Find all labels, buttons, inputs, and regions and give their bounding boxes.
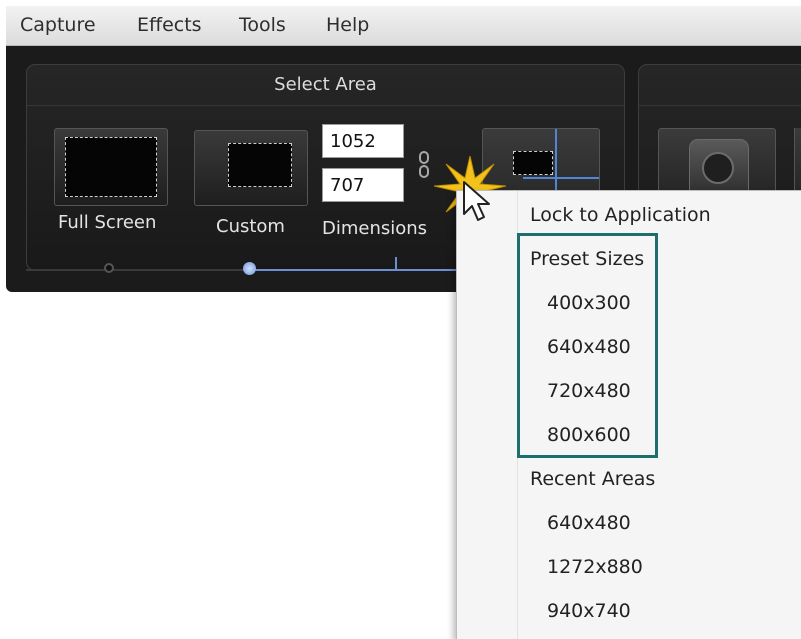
- preset-size-item[interactable]: 720x480: [547, 380, 631, 402]
- area-slider-stop[interactable]: [104, 263, 114, 273]
- menu-tools[interactable]: Tools: [239, 14, 286, 36]
- menu-help[interactable]: Help: [326, 14, 369, 36]
- full-screen-icon: [65, 137, 157, 197]
- custom-area-button[interactable]: [194, 130, 308, 206]
- crosshair-horizontal: [523, 177, 599, 179]
- area-slider-tick: [395, 257, 397, 269]
- menu-effects[interactable]: Effects: [137, 14, 202, 36]
- height-input[interactable]: [322, 168, 404, 202]
- link-chain-icon[interactable]: [417, 150, 431, 180]
- dimensions-label: Dimensions: [322, 218, 428, 239]
- select-area-title: Select Area: [27, 65, 624, 106]
- recent-area-item[interactable]: 1272x880: [547, 556, 643, 578]
- recent-area-item[interactable]: 940x740: [547, 600, 631, 622]
- recent-area-item[interactable]: 640x480: [547, 512, 631, 534]
- webcam-lens: [702, 152, 734, 184]
- menu-gutter: [517, 191, 518, 639]
- area-slider-thumb[interactable]: [243, 262, 256, 275]
- custom-area-icon: [228, 143, 292, 187]
- region-icon: [513, 151, 553, 175]
- lock-to-application-item[interactable]: Lock to Application: [530, 204, 711, 226]
- full-screen-button[interactable]: [54, 128, 168, 206]
- preset-size-item[interactable]: 640x480: [547, 336, 631, 358]
- preset-size-item[interactable]: 800x600: [547, 424, 631, 446]
- preset-sizes-header: Preset Sizes: [530, 248, 645, 270]
- area-slider-active: [251, 269, 466, 271]
- full-screen-label: Full Screen: [58, 212, 157, 233]
- capture-app-window: Capture Effects Tools Help Select Area F…: [0, 0, 801, 639]
- recording-group-header: [639, 65, 801, 106]
- menu-capture[interactable]: Capture: [20, 14, 96, 36]
- custom-label: Custom: [216, 216, 285, 237]
- mouse-pointer-icon: [463, 181, 490, 221]
- area-dropdown-menu: Lock to Application Preset Sizes 400x300…: [456, 190, 801, 639]
- preset-size-item[interactable]: 400x300: [547, 292, 631, 314]
- menu-bar: Capture Effects Tools Help: [6, 6, 801, 46]
- width-input[interactable]: [322, 124, 404, 158]
- recent-areas-header: Recent Areas: [530, 468, 656, 490]
